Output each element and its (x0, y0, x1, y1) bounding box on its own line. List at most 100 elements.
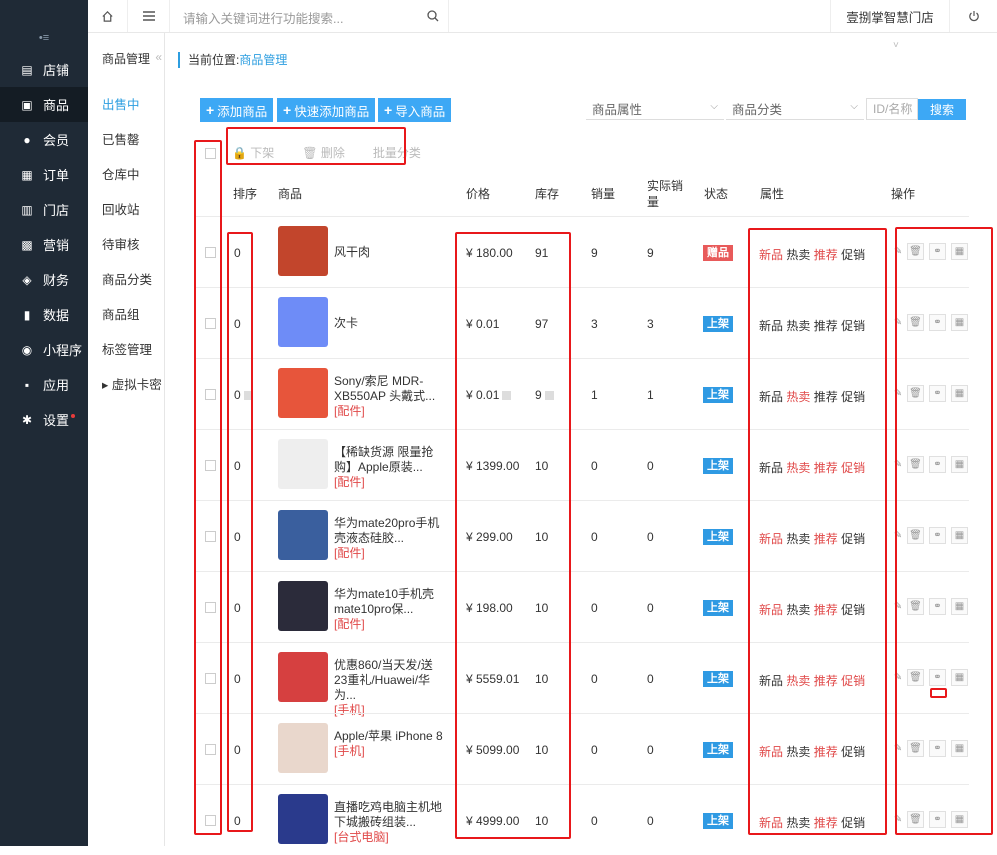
product-thumbnail[interactable] (278, 794, 328, 844)
product-name[interactable]: 华为mate10手机壳mate10pro保... [配件] (334, 587, 444, 632)
power-icon[interactable] (950, 0, 997, 32)
sidebar-item-7[interactable]: ▮ 数据 (0, 297, 88, 332)
product-name[interactable]: Apple/苹果 iPhone 8 [手机] (334, 729, 444, 759)
menu-icon[interactable] (128, 0, 170, 32)
sales-value: 0 (591, 601, 598, 615)
sidebar-item-label: 会员 (43, 133, 70, 148)
status-badge[interactable]: 上架 (703, 529, 733, 545)
sidebar-item-6[interactable]: ◈ 财务 (0, 262, 88, 297)
search-icon[interactable] (418, 0, 449, 32)
miniprogram-icon: ◉ (21, 342, 33, 357)
product-category-tag: [配件] (334, 475, 365, 489)
sidebar-item-3[interactable]: ▦ 订单 (0, 157, 88, 192)
status-badge[interactable]: 上架 (703, 813, 733, 829)
product-thumbnail[interactable] (278, 297, 328, 347)
sidebar-item-label: 门店 (43, 203, 70, 218)
header-real-sales[interactable]: 实际销量 (647, 178, 683, 210)
top-bar: 请输入关键词进行功能搜索... 壹捌掌智慧门店 (88, 0, 997, 33)
status-badge[interactable]: 上架 (703, 600, 733, 616)
sales-value: 0 (591, 459, 598, 473)
submenu-item-1[interactable]: 已售罄 (88, 125, 164, 160)
product-name[interactable]: Sony/索尼 MDR-XB550AP 头戴式... [配件] (334, 374, 444, 419)
collapse-header-icon[interactable]: ˅ (893, 40, 899, 51)
product-name[interactable]: 直播吃鸡电脑主机地下城搬砖组装... [台式电脑] (334, 800, 444, 845)
real-sales-value: 9 (647, 246, 654, 260)
status-badge[interactable]: 上架 (703, 458, 733, 474)
sub-menu: 商品管理 « 出售中 已售罄 仓库中 回收站 待审核 商品分类 商品组 标签管理 ▸ 虚拟卡密 (88, 0, 165, 846)
store-name[interactable]: 壹捌掌智慧门店 (830, 0, 950, 32)
quick-add-product-button[interactable]: + 快速添加商品 (277, 98, 376, 122)
collapse-submenu-icon[interactable]: « (155, 50, 162, 64)
sidebar-item-1[interactable]: ▣ 商品 (0, 87, 88, 122)
status-badge[interactable]: 上架 (703, 742, 733, 758)
product-name[interactable]: 次卡 (334, 316, 444, 331)
real-sales-value: 3 (647, 317, 654, 331)
product-thumbnail[interactable] (278, 723, 328, 773)
breadcrumb-current[interactable]: 商品管理 (239, 53, 287, 67)
product-attr-select[interactable]: 商品属性 ⌵ (586, 98, 724, 120)
sales-value: 3 (591, 317, 598, 331)
status-badge[interactable]: 上架 (703, 316, 733, 332)
money-icon: ◈ (22, 272, 32, 287)
product-category-tag: [台式电脑] (334, 830, 389, 844)
sidebar-item-0[interactable]: ▤ 店铺 (0, 52, 88, 87)
header-ops: 操作 (891, 187, 916, 201)
header-sort[interactable]: 排序 (233, 185, 257, 202)
sales-value: 1 (591, 388, 598, 402)
import-product-button[interactable]: + 导入商品 (378, 98, 452, 122)
header-sales[interactable]: 销量 (591, 185, 615, 202)
notification-dot (71, 413, 76, 418)
product-thumbnail[interactable] (278, 581, 328, 631)
gift-icon: ▩ (21, 237, 33, 252)
real-sales-value: 0 (647, 530, 654, 544)
product-name[interactable]: 风干肉 (334, 245, 444, 260)
sidebar-item-8[interactable]: ◉ 小程序 (0, 332, 88, 367)
highlight-ops-column (895, 227, 993, 835)
submenu-item-5[interactable]: 商品分类 (88, 265, 164, 300)
status-badge[interactable]: 上架 (703, 387, 733, 403)
add-product-button[interactable]: + 添加商品 (200, 98, 274, 122)
submenu-item-4[interactable]: 待审核 (88, 230, 164, 265)
submenu-item-2[interactable]: 仓库中 (88, 160, 164, 195)
search-button[interactable]: 搜索 (918, 99, 966, 120)
id-name-input[interactable]: ID/名称 (866, 98, 918, 120)
product-name[interactable]: 优惠860/当天发/送23重礼/Huawei/华为... [手机] (334, 658, 444, 718)
chevron-down-icon: ⌵ (850, 101, 858, 112)
chart-icon: ▮ (23, 307, 31, 322)
highlight-sort-column (227, 232, 253, 832)
home-icon[interactable] (88, 0, 128, 32)
product-name[interactable]: 【稀缺货源 限量抢购】Apple原装... [配件] (334, 445, 444, 490)
product-category-select[interactable]: 商品分类 ⌵ (726, 98, 864, 120)
sidebar-item-label: 营销 (43, 238, 70, 253)
sidebar-item-4[interactable]: ▥ 门店 (0, 192, 88, 227)
header-price[interactable]: 价格 (466, 185, 490, 202)
product-thumbnail[interactable] (278, 439, 328, 489)
submenu-item-3[interactable]: 回收站 (88, 195, 164, 230)
submenu-item-6[interactable]: 商品组 (88, 300, 164, 335)
status-badge[interactable]: 赠品 (703, 245, 733, 261)
product-name[interactable]: 华为mate20pro手机壳液态硅胶... [配件] (334, 516, 444, 561)
function-search-input[interactable]: 请输入关键词进行功能搜索... (183, 8, 343, 27)
product-thumbnail[interactable] (278, 368, 328, 418)
submenu-title: 商品管理 (102, 52, 151, 66)
submenu-item-7[interactable]: 标签管理 (88, 335, 164, 370)
real-sales-value: 0 (647, 814, 654, 828)
real-sales-value: 0 (647, 743, 654, 757)
real-sales-value: 1 (647, 388, 654, 402)
header-product: 商品 (278, 187, 303, 201)
sidebar-item-label: 店铺 (43, 63, 70, 78)
collapse-sidebar-icon[interactable]: •≡ (0, 0, 88, 52)
product-thumbnail[interactable] (278, 226, 328, 276)
submenu-item-0[interactable]: 出售中 (88, 90, 164, 125)
sidebar-item-label: 设置 (43, 413, 70, 428)
submenu-item-8[interactable]: ▸ 虚拟卡密 (88, 370, 164, 405)
product-thumbnail[interactable] (278, 510, 328, 560)
product-thumbnail[interactable] (278, 652, 328, 702)
status-badge[interactable]: 上架 (703, 671, 733, 687)
header-stock[interactable]: 库存 (535, 185, 559, 202)
sidebar-item-9[interactable]: ▪ 应用 (0, 367, 88, 402)
sidebar-item-10[interactable]: ✱ 设置 (0, 402, 88, 437)
sidebar-item-5[interactable]: ▩ 营销 (0, 227, 88, 262)
sidebar-item-2[interactable]: ● 会员 (0, 122, 88, 157)
highlight-bulk-actions (226, 127, 406, 165)
